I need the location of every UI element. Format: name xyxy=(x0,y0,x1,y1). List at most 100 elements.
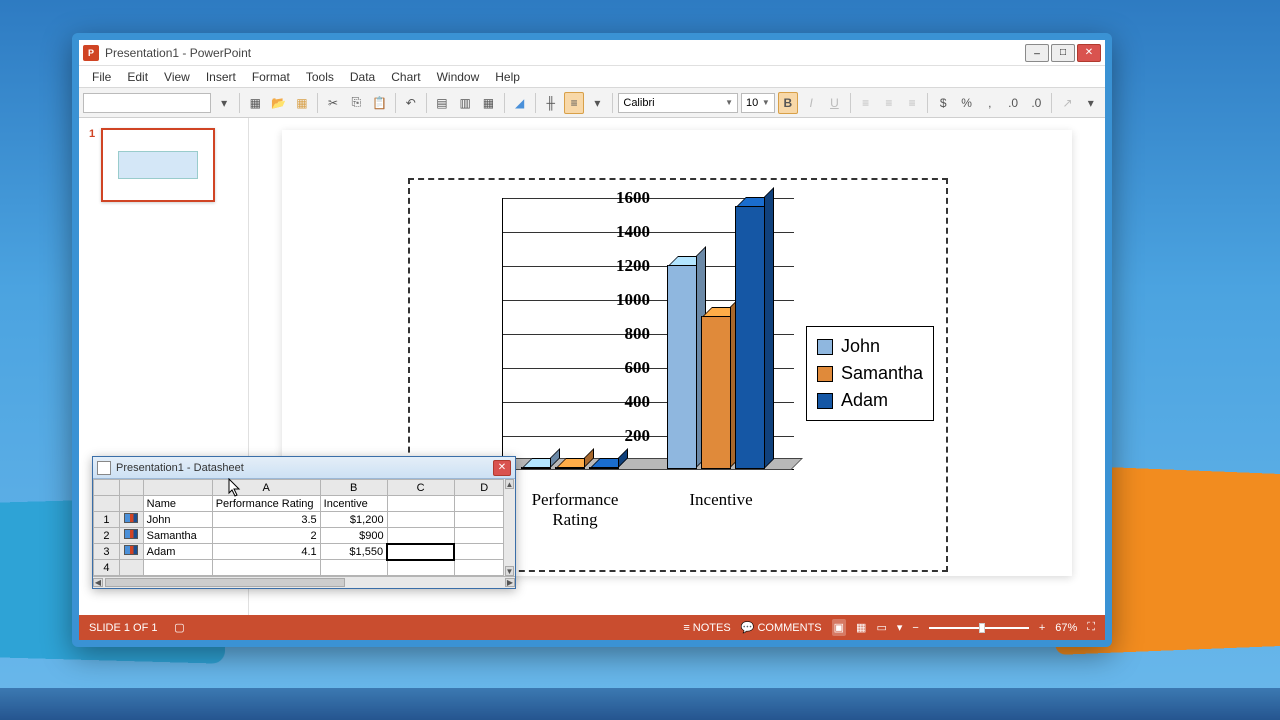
align-right-icon[interactable]: ≡ xyxy=(902,92,922,114)
slide-sorter-icon[interactable]: ▦ xyxy=(245,92,265,114)
angle-text-icon[interactable]: ↗ xyxy=(1057,92,1077,114)
row-header[interactable]: 3 xyxy=(94,544,120,560)
cell[interactable] xyxy=(387,512,454,528)
menu-format[interactable]: Format xyxy=(245,68,297,86)
value-axis-gridlines-icon[interactable]: ≡ xyxy=(564,92,584,114)
slide-sorter-view-icon[interactable]: ▦ xyxy=(856,621,866,634)
close-button[interactable] xyxy=(1077,44,1101,62)
datasheet-titlebar[interactable]: Presentation1 - Datasheet ✕ xyxy=(93,457,515,479)
more-options-icon[interactable]: ▾ xyxy=(1081,92,1101,114)
cell[interactable]: $1,550 xyxy=(320,544,387,560)
paste-icon[interactable]: 📋 xyxy=(369,92,389,114)
series-icon xyxy=(124,545,138,555)
cell[interactable]: 2 xyxy=(212,528,320,544)
italic-button[interactable]: I xyxy=(801,92,821,114)
name-box[interactable] xyxy=(83,93,211,113)
reading-view-icon[interactable]: ▭ xyxy=(876,621,886,634)
row-header[interactable]: 1 xyxy=(94,512,120,528)
percent-icon[interactable]: % xyxy=(956,92,976,114)
font-size: 10 xyxy=(746,97,758,109)
dropdown-icon[interactable]: ▾ xyxy=(214,92,234,114)
cut-icon[interactable]: ✂ xyxy=(323,92,343,114)
more-icon[interactable]: ▾ xyxy=(587,92,607,114)
category-axis-gridlines-icon[interactable]: ╫ xyxy=(541,92,561,114)
data-table-icon[interactable]: ▦ xyxy=(478,92,498,114)
cell[interactable]: $1,200 xyxy=(320,512,387,528)
menu-window[interactable]: Window xyxy=(430,68,487,86)
cell[interactable]: John xyxy=(143,512,212,528)
currency-icon[interactable]: $ xyxy=(933,92,953,114)
cell[interactable]: Name xyxy=(143,496,212,512)
decrease-decimal-icon[interactable]: .0 xyxy=(1026,92,1046,114)
align-left-icon[interactable]: ≡ xyxy=(855,92,875,114)
menu-file[interactable]: File xyxy=(85,68,118,86)
windows-taskbar[interactable] xyxy=(0,688,1280,720)
font-size-select[interactable]: 10▼ xyxy=(741,93,775,113)
horizontal-scrollbar[interactable]: ◀ ▶ xyxy=(93,576,515,588)
fit-to-window-icon[interactable]: ⛶ xyxy=(1087,621,1095,634)
cell[interactable]: Performance Rating xyxy=(212,496,320,512)
maximize-button[interactable] xyxy=(1051,44,1075,62)
menu-view[interactable]: View xyxy=(157,68,197,86)
chart-bar xyxy=(589,467,619,469)
slide-thumbnail[interactable] xyxy=(101,128,215,202)
y-axis-tick: 1600 xyxy=(616,188,650,208)
menu-data[interactable]: Data xyxy=(343,68,382,86)
normal-view-icon[interactable]: ▣ xyxy=(832,619,846,636)
row-header[interactable]: 4 xyxy=(94,560,120,576)
cell[interactable] xyxy=(320,560,387,576)
cell[interactable] xyxy=(387,544,454,560)
zoom-in-button[interactable]: + xyxy=(1039,622,1045,634)
series-icon xyxy=(124,529,138,539)
undo-icon[interactable]: ↶ xyxy=(401,92,421,114)
comments-button[interactable]: 💬 COMMENTS xyxy=(741,621,822,634)
by-row-icon[interactable]: ▤ xyxy=(432,92,452,114)
by-column-icon[interactable]: ▥ xyxy=(455,92,475,114)
menu-tools[interactable]: Tools xyxy=(299,68,341,86)
column-header[interactable]: B xyxy=(320,480,387,496)
cell[interactable]: Adam xyxy=(143,544,212,560)
open-icon[interactable]: 📂 xyxy=(268,92,288,114)
cell[interactable] xyxy=(143,560,212,576)
menu-insert[interactable]: Insert xyxy=(199,68,243,86)
copy-icon[interactable]: ⎘ xyxy=(346,92,366,114)
table-icon[interactable]: ▦ xyxy=(292,92,312,114)
cell[interactable]: 4.1 xyxy=(212,544,320,560)
zoom-slider[interactable] xyxy=(929,627,1029,629)
spellcheck-icon[interactable]: ▢ xyxy=(171,620,187,636)
bold-button[interactable]: B xyxy=(778,92,798,114)
align-center-icon[interactable]: ≡ xyxy=(879,92,899,114)
underline-button[interactable]: U xyxy=(824,92,844,114)
window-title: Presentation1 - PowerPoint xyxy=(105,46,251,60)
increase-decimal-icon[interactable]: .0 xyxy=(1003,92,1023,114)
cell[interactable]: Incentive xyxy=(320,496,387,512)
cell[interactable]: 3.5 xyxy=(212,512,320,528)
notes-button[interactable]: ≡ NOTES xyxy=(683,622,730,634)
zoom-out-button[interactable]: − xyxy=(912,622,918,634)
cell[interactable] xyxy=(387,560,454,576)
toolbar: ▾ ▦ 📂 ▦ ✂ ⎘ 📋 ↶ ▤ ▥ ▦ ◢ ╫ ≡ ▾ Calibri▼ 1… xyxy=(79,88,1105,118)
datasheet-grid[interactable]: ABCDNamePerformance RatingIncentive1John… xyxy=(93,479,515,576)
chart-bar xyxy=(555,467,585,469)
slideshow-view-icon[interactable]: ▾ xyxy=(897,621,903,634)
menu-help[interactable]: Help xyxy=(488,68,527,86)
comma-icon[interactable]: , xyxy=(980,92,1000,114)
vertical-scrollbar[interactable]: ▲ ▼ xyxy=(503,479,515,576)
column-header[interactable]: C xyxy=(387,480,454,496)
legend-item: Samantha xyxy=(817,360,923,387)
cell[interactable] xyxy=(387,528,454,544)
column-header[interactable]: A xyxy=(212,480,320,496)
y-axis-tick: 400 xyxy=(625,392,651,412)
datasheet-close-button[interactable]: ✕ xyxy=(493,460,511,476)
cell[interactable]: Samantha xyxy=(143,528,212,544)
minimize-button[interactable] xyxy=(1025,44,1049,62)
fill-color-icon[interactable]: ◢ xyxy=(510,92,530,114)
menu-chart[interactable]: Chart xyxy=(384,68,427,86)
chart-legend: JohnSamanthaAdam xyxy=(806,326,934,421)
menu-edit[interactable]: Edit xyxy=(120,68,155,86)
cell[interactable] xyxy=(212,560,320,576)
font-select[interactable]: Calibri▼ xyxy=(618,93,738,113)
y-axis-tick: 1000 xyxy=(616,290,650,310)
row-header[interactable]: 2 xyxy=(94,528,120,544)
cell[interactable]: $900 xyxy=(320,528,387,544)
